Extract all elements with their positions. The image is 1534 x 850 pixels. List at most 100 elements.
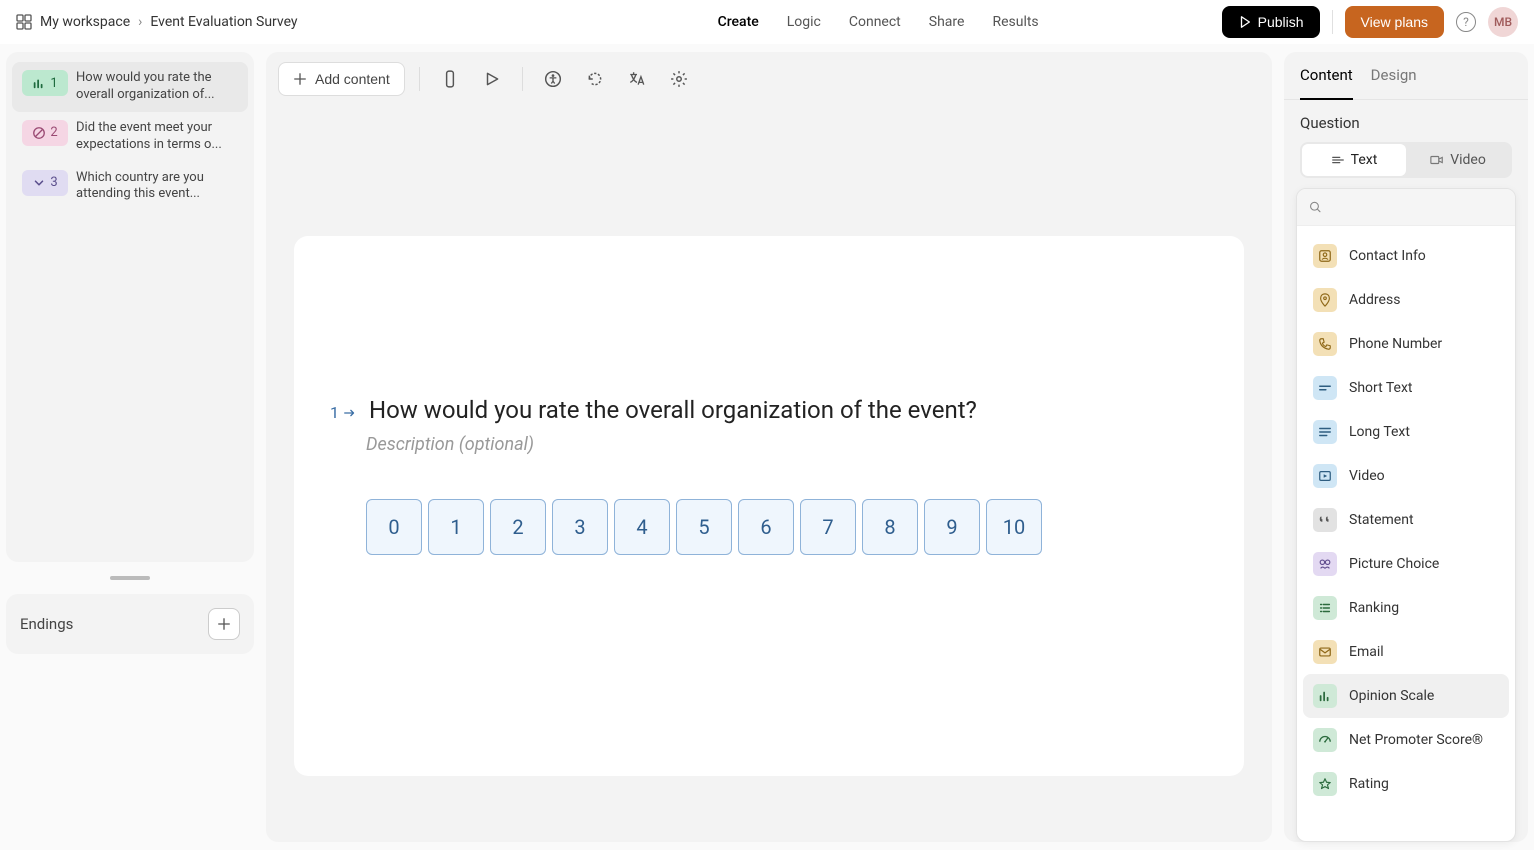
segment-text[interactable]: Text (1302, 144, 1406, 176)
phone-icon (1313, 332, 1337, 356)
accessibility-button[interactable] (537, 63, 569, 95)
pic-icon (1313, 552, 1337, 576)
bar-icon (1313, 684, 1337, 708)
avatar[interactable]: MB (1488, 7, 1518, 37)
chevron-right-icon: › (138, 14, 142, 30)
type-label: Contact Info (1349, 248, 1426, 264)
question-type-picker: Contact Info Address Phone Number Short Tex… (1296, 188, 1516, 842)
nav-create[interactable]: Create (718, 14, 759, 30)
type-option-rating[interactable]: Rating (1303, 762, 1509, 806)
question-item-text: Did the event meet your expectations in … (76, 120, 238, 154)
workspace-grid-icon (16, 14, 32, 30)
tab-content[interactable]: Content (1300, 52, 1353, 100)
question-item-1[interactable]: 1How would you rate the overall organiza… (12, 62, 248, 112)
breadcrumb-workspace[interactable]: My workspace (40, 14, 130, 30)
section-question-label: Question (1284, 100, 1528, 142)
left-sidebar: 1How would you rate the overall organiza… (0, 44, 260, 850)
right-tabs: Content Design (1284, 52, 1528, 100)
publish-label: Publish (1258, 14, 1304, 30)
type-label: Net Promoter Score® (1349, 732, 1483, 748)
question-title[interactable]: How would you rate the overall organizat… (369, 396, 977, 424)
header-actions: Publish View plans ? MB (1222, 6, 1518, 38)
toolbar-separator (419, 67, 420, 91)
nav-logic[interactable]: Logic (787, 14, 821, 30)
type-option-long-text[interactable]: Long Text (1303, 410, 1509, 454)
tab-design[interactable]: Design (1371, 52, 1417, 99)
endings-title: Endings (20, 615, 73, 633)
type-option-contact-info[interactable]: Contact Info (1303, 234, 1509, 278)
viewplans-label: View plans (1361, 14, 1428, 30)
opinion-option-6[interactable]: 6 (738, 499, 794, 555)
question-number: 1 (330, 403, 357, 422)
translate-button[interactable] (621, 63, 653, 95)
type-label: Address (1349, 292, 1400, 308)
play-icon (1238, 15, 1252, 29)
add-content-label: Add content (315, 71, 390, 87)
type-option-statement[interactable]: Statement (1303, 498, 1509, 542)
opinion-option-5[interactable]: 5 (676, 499, 732, 555)
canvas-toolbar: Add content (266, 52, 1272, 106)
question-description[interactable]: Description (optional) (366, 434, 1208, 455)
resize-handle[interactable] (110, 576, 150, 580)
type-option-ranking[interactable]: Ranking (1303, 586, 1509, 630)
text-icon (1331, 153, 1345, 167)
question-item-2[interactable]: 2Did the event meet your expectations in… (12, 112, 248, 162)
opinion-option-2[interactable]: 2 (490, 499, 546, 555)
header: My workspace › Event Evaluation Survey C… (0, 0, 1534, 44)
right-panel: Content Design Question Text Video (1284, 52, 1528, 842)
question-item-3[interactable]: 3Which country are you attending this ev… (12, 162, 248, 212)
type-option-video[interactable]: Video (1303, 454, 1509, 498)
top-nav: Create Logic Connect Share Results (718, 14, 1039, 30)
nav-connect[interactable]: Connect (849, 14, 901, 30)
segment-text-label: Text (1351, 152, 1378, 168)
type-label: Short Text (1349, 380, 1413, 396)
type-label: Statement (1349, 512, 1414, 528)
type-label: Email (1349, 644, 1384, 660)
star-icon (1313, 772, 1337, 796)
question-card: 1 How would you rate the overall organiz… (294, 236, 1244, 776)
type-search (1297, 189, 1515, 226)
opinion-option-7[interactable]: 7 (800, 499, 856, 555)
type-search-input[interactable] (1330, 199, 1503, 215)
long-icon (1313, 420, 1337, 444)
plus-icon (293, 72, 307, 86)
type-list: Contact Info Address Phone Number Short Tex… (1297, 226, 1515, 841)
opinion-option-9[interactable]: 9 (924, 499, 980, 555)
preview-button[interactable] (476, 63, 508, 95)
publish-button[interactable]: Publish (1222, 6, 1320, 38)
breadcrumb-form[interactable]: Event Evaluation Survey (150, 14, 297, 30)
plus-icon (217, 617, 231, 631)
type-label: Long Text (1349, 424, 1410, 440)
opinion-option-10[interactable]: 10 (986, 499, 1042, 555)
main: 1 How would you rate the overall organiza… (0, 44, 1534, 850)
canvas: Add content 1 How would you rate the ov (260, 44, 1278, 850)
device-toggle-button[interactable] (434, 63, 466, 95)
type-label: Opinion Scale (1349, 688, 1434, 704)
segment-video[interactable]: Video (1406, 144, 1510, 176)
settings-button[interactable] (663, 63, 695, 95)
nav-share[interactable]: Share (929, 14, 965, 30)
question-item-text: How would you rate the overall organizat… (76, 70, 238, 104)
type-option-picture-choice[interactable]: Picture Choice (1303, 542, 1509, 586)
add-content-button[interactable]: Add content (278, 62, 405, 96)
view-plans-button[interactable]: View plans (1345, 6, 1444, 38)
type-option-net-promoter-score-[interactable]: Net Promoter Score® (1303, 718, 1509, 762)
toolbar-separator (522, 67, 523, 91)
opinion-option-0[interactable]: 0 (366, 499, 422, 555)
video-icon (1313, 464, 1337, 488)
opinion-option-8[interactable]: 8 (862, 499, 918, 555)
type-option-email[interactable]: Email (1303, 630, 1509, 674)
nav-results[interactable]: Results (992, 14, 1038, 30)
type-option-address[interactable]: Address (1303, 278, 1509, 322)
right-sidebar: Content Design Question Text Video (1278, 44, 1534, 850)
type-option-phone-number[interactable]: Phone Number (1303, 322, 1509, 366)
opinion-option-1[interactable]: 1 (428, 499, 484, 555)
add-ending-button[interactable] (208, 608, 240, 640)
type-option-short-text[interactable]: Short Text (1303, 366, 1509, 410)
opinion-option-3[interactable]: 3 (552, 499, 608, 555)
opinion-option-4[interactable]: 4 (614, 499, 670, 555)
type-option-opinion-scale[interactable]: Opinion Scale (1303, 674, 1509, 718)
mail-icon (1313, 640, 1337, 664)
help-icon[interactable]: ? (1456, 12, 1476, 32)
refresh-button[interactable] (579, 63, 611, 95)
